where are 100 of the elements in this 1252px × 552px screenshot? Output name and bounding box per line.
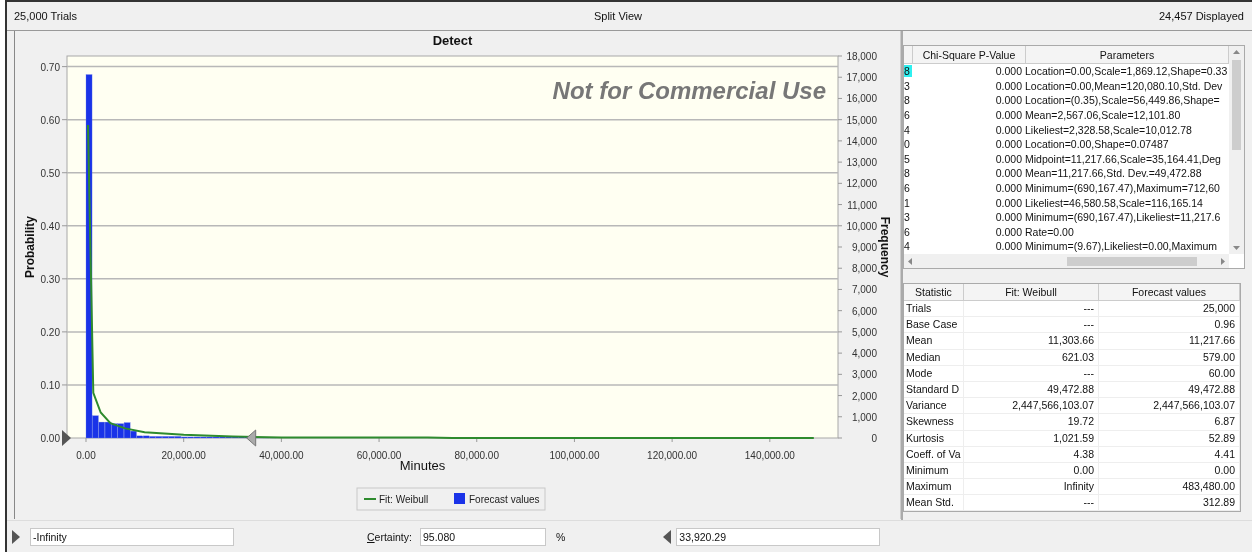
table-cell: 0.00 — [964, 462, 1099, 479]
table-cell-text: 0.000 — [994, 152, 1023, 165]
chart-title: Detect — [432, 33, 473, 48]
table-cell-text: Likeliest=46,580.58,Scale=116,165.14 — [1025, 196, 1204, 209]
y-tick-label: 0.60 — [40, 114, 60, 126]
table-cell-text: Rate=0.00 — [1025, 225, 1075, 238]
y2-tick-label: 0 — [871, 433, 877, 444]
table-cell-text: Mean=11,217.66,Std. Dev.=49,472.88 — [1025, 167, 1203, 180]
table-cell: --- — [964, 365, 1099, 381]
y2-tick-label: 10,000 — [846, 220, 877, 232]
table-cell-text: Minimum=(690,167.47),Maximum=712,60 — [1025, 182, 1221, 195]
table-cell-text: Minimum=(9.67),Likeliest=0.00,Maximum — [1025, 240, 1218, 253]
table-cell-text: 0.000 — [994, 65, 1023, 78]
y2-tick-label: 14,000 — [846, 135, 877, 147]
table-cell-text: 6 — [904, 109, 911, 122]
table-cell-text: 0.000 — [994, 211, 1023, 224]
table-cell: 483,480.00 — [1099, 479, 1240, 495]
percent-label: % — [555, 530, 566, 543]
table-cell: 11,303.66 — [964, 333, 1099, 349]
y2-tick-label: 13,000 — [846, 157, 877, 169]
certainty-label: Certainty: — [367, 530, 412, 543]
table-cell: 19.72 — [964, 414, 1099, 430]
table-cell-text: 5 — [904, 152, 911, 165]
trials-count: 25,000 Trials — [14, 10, 77, 22]
y2-tick-label: 15,000 — [846, 114, 877, 126]
table-cell: --- — [964, 301, 1099, 317]
x-tick-label: 60,000.00 — [356, 450, 402, 461]
table-cell: 25,000 — [1099, 301, 1240, 317]
table-cell: Skewness — [904, 414, 964, 430]
y2-tick-label: 6,000 — [851, 305, 877, 317]
y2-tick-label: 7,000 — [851, 284, 877, 296]
x-tick-label: 80,000.00 — [454, 450, 499, 461]
table-cell: Trials — [904, 301, 964, 317]
table-cell-text: 6 — [904, 182, 911, 195]
y-axis-title: Probability — [23, 216, 37, 278]
y2-tick-label: 5,000 — [851, 326, 877, 338]
y2-tick-label: 17,000 — [846, 72, 877, 84]
table-cell: 49,472.88 — [1099, 381, 1240, 398]
y2-tick-label: 12,000 — [846, 178, 877, 190]
table-cell: 6.87 — [1099, 414, 1240, 430]
table-cell-text: 0.000 — [994, 196, 1023, 209]
y2-tick-label: 4,000 — [851, 348, 877, 360]
y2-tick-label: 18,000 — [846, 51, 877, 62]
table-cell: 4.41 — [1099, 446, 1240, 462]
table-cell-text: 8 — [904, 94, 911, 107]
table-cell: 0.96 — [1099, 317, 1240, 333]
y2-tick-label: 16,000 — [846, 93, 877, 105]
x-tick-label: 140,000.00 — [744, 450, 795, 461]
table-cell: 49,472.88 — [964, 381, 1099, 398]
table-cell-text: Minimum=(690,167.47),Likeliest=11,217.6 — [1025, 211, 1222, 224]
y2-tick-label: 9,000 — [851, 242, 877, 253]
view-title: Split View — [593, 10, 643, 22]
y2-tick-label: 2,000 — [851, 390, 877, 402]
table-cell: 4.38 — [964, 446, 1099, 462]
y-tick-label: 0.10 — [40, 379, 60, 391]
table-cell: 60.00 — [1099, 365, 1240, 381]
y-tick-label: 0.00 — [40, 433, 60, 444]
table-cell: 579.00 — [1099, 349, 1240, 365]
table-cell-text: 4 — [904, 123, 911, 136]
table-cell-text: 4 — [904, 240, 911, 253]
table-cell-text: 0.000 — [994, 109, 1023, 122]
legend-label: Forecast values — [469, 494, 540, 505]
table-cell-text: Location=0.00,Shape=0.07487 — [1025, 138, 1170, 151]
table-cell-text: 0.000 — [994, 167, 1023, 180]
table-cell-text: 0.000 — [994, 182, 1023, 195]
y2-tick-label: 3,000 — [851, 369, 877, 381]
table-cell-text: Midpoint=11,217.66,Scale=35,164.41,Deg — [1025, 152, 1222, 165]
table-cell-text: 0.000 — [994, 79, 1023, 92]
table-cell: 2,447,566,103.07 — [1099, 398, 1240, 414]
table-cell-text: 3 — [904, 211, 911, 224]
y2-tick-label: 1,000 — [851, 411, 877, 423]
table-cell: Mean Std. — [904, 495, 964, 511]
table-cell-text: 0.000 — [994, 123, 1023, 136]
table-cell: Base Case — [904, 317, 964, 333]
y2-tick-label: 8,000 — [851, 263, 877, 275]
x-tick-label: 100,000.00 — [549, 450, 600, 461]
table-cell-text: 3 — [904, 79, 911, 92]
table-cell: Minimum — [904, 462, 964, 479]
x-tick-label: 120,000.00 — [647, 450, 698, 461]
table-cell: --- — [964, 317, 1099, 333]
legend-label: Fit: Weibull — [379, 494, 429, 505]
table-cell-text: 6 — [904, 225, 911, 238]
table-cell-text: 0.000 — [994, 225, 1023, 238]
y-tick-label: 0.50 — [40, 167, 60, 179]
y2-tick-label: 11,000 — [847, 199, 877, 211]
table-cell: 11,217.66 — [1099, 333, 1240, 349]
displayed-count: 24,457 Displayed — [1158, 10, 1244, 22]
table-cell-text: 8 — [904, 167, 911, 180]
table-cell: 2,447,566,103.07 — [964, 398, 1099, 414]
table-cell: Infinity — [964, 479, 1099, 495]
y-tick-label: 0.40 — [40, 220, 60, 232]
table-cell-text: Location=0.00,Mean=120,080.10,Std. Dev — [1025, 79, 1224, 92]
y-tick-label: 0.30 — [40, 273, 60, 285]
table-cell: Kurtosis — [904, 430, 964, 446]
table-cell: 312.89 — [1099, 495, 1240, 511]
x-tick-label: 0.00 — [76, 450, 96, 461]
table-cell: Median — [904, 349, 964, 365]
table-cell: Mode — [904, 365, 964, 381]
table-cell-text: 0.000 — [994, 240, 1023, 253]
table-cell-text: 0 — [904, 138, 911, 151]
